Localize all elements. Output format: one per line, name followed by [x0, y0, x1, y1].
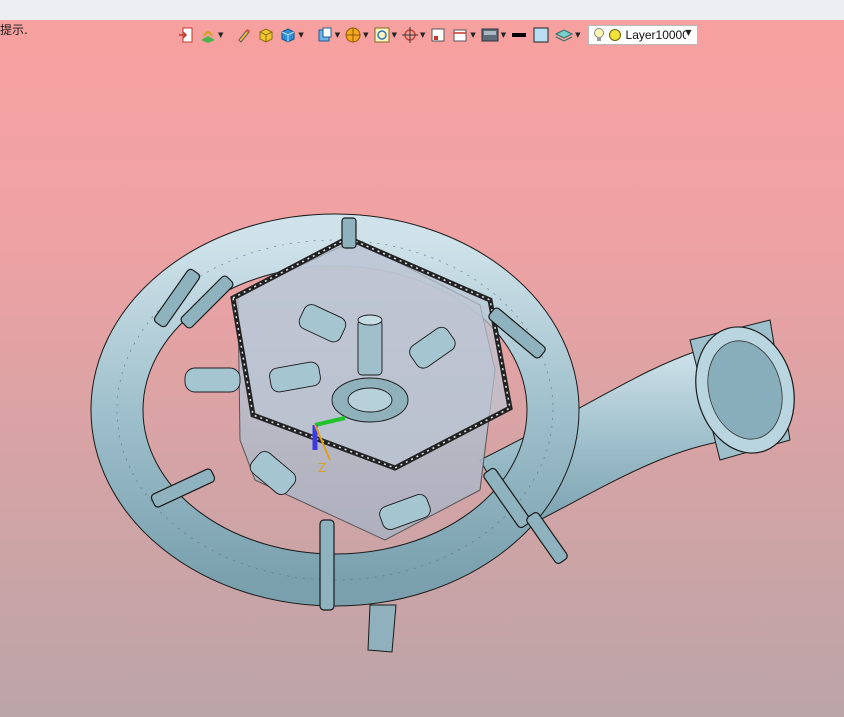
square-frame-button[interactable]	[428, 25, 448, 45]
display-mode-button[interactable]: ▼	[479, 25, 507, 45]
blue-cube-button[interactable]: ▼	[278, 25, 304, 45]
chevron-down-icon: ▼	[334, 30, 341, 39]
snap-target-icon	[345, 27, 361, 43]
zoom-frame-button[interactable]: ▼	[372, 25, 398, 45]
display-mode-icon	[481, 28, 499, 42]
line-color-button[interactable]	[509, 25, 529, 45]
snap-target-button[interactable]: ▼	[343, 25, 369, 45]
fill-color-button[interactable]	[531, 25, 551, 45]
view-toolbar: ▼ ▼ ▼ ▼ ▼ ▼ ▼ ▼ ▼ Layer10000 ▼	[176, 24, 698, 46]
yellow-box-icon	[259, 28, 273, 43]
chevron-down-icon: ▼	[218, 30, 224, 39]
chevron-down-icon: ▼	[363, 30, 369, 39]
view-cube-icon	[318, 27, 332, 42]
chevron-down-icon: ▼	[419, 30, 426, 39]
section-button[interactable]: ▼	[450, 25, 476, 45]
zoom-frame-icon	[374, 27, 390, 43]
crosshair-button[interactable]: ▼	[400, 25, 426, 45]
layer-stack-button[interactable]: ▼	[553, 25, 581, 45]
light-bulb-icon	[593, 28, 604, 41]
layer-select[interactable]: Layer10000 ▼	[587, 25, 698, 45]
line-color-icon	[512, 33, 527, 37]
exit-button[interactable]	[176, 25, 196, 45]
chevron-down-icon[interactable]: ▼	[685, 28, 691, 37]
chevron-down-icon: ▼	[391, 30, 397, 39]
turbine-model[interactable]: Z	[0, 20, 844, 717]
wall-sculpt-button[interactable]: ▼	[198, 25, 224, 45]
wall-sculpt-icon	[201, 31, 215, 43]
layer-name: Layer10000	[625, 28, 686, 42]
chevron-down-icon: ▼	[298, 30, 304, 39]
section-icon	[453, 29, 467, 42]
eraser-pencil-icon	[238, 28, 251, 43]
square-frame-icon	[431, 28, 445, 42]
blue-cube-icon	[281, 28, 295, 43]
view-cube-button[interactable]: ▼	[315, 25, 341, 45]
chevron-down-icon: ▼	[500, 30, 507, 39]
crosshair-icon	[401, 27, 418, 43]
yellow-circle-icon	[608, 29, 621, 41]
title-strip	[0, 0, 844, 21]
layer-stack-icon	[555, 29, 574, 42]
status-hint: 提示.	[0, 23, 28, 37]
chevron-down-icon: ▼	[470, 30, 476, 39]
3d-viewport[interactable]: Z	[0, 20, 844, 717]
fill-color-icon	[533, 27, 549, 43]
yellow-box-button[interactable]	[256, 25, 276, 45]
chevron-down-icon: ▼	[575, 30, 581, 39]
eraser-button[interactable]	[234, 25, 254, 45]
exit-icon	[179, 27, 193, 43]
z-axis-label: Z	[318, 461, 326, 475]
